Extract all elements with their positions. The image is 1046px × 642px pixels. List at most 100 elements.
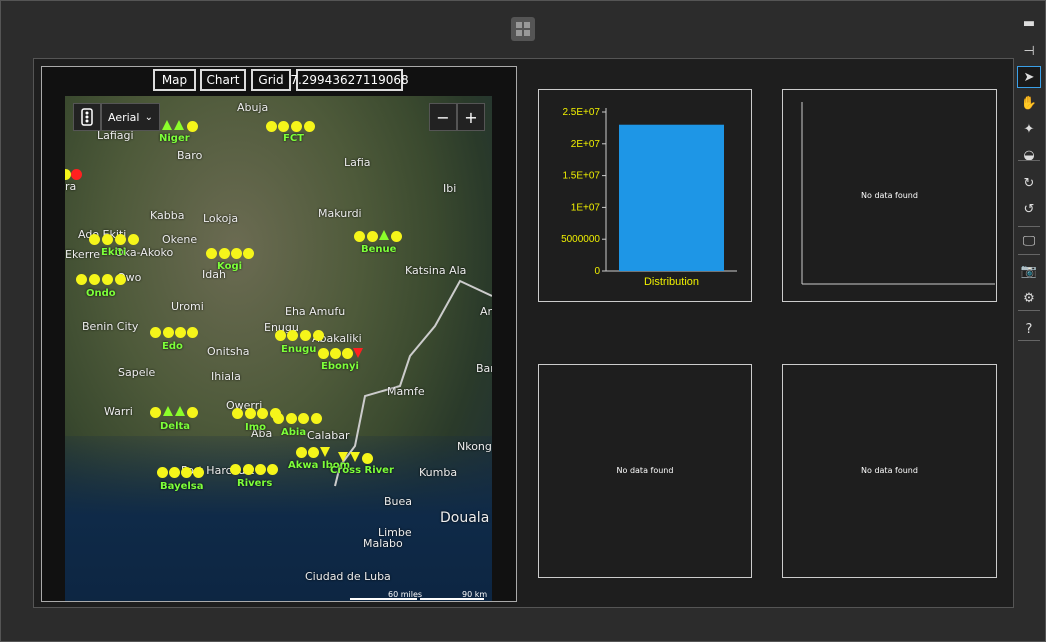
data-point-marker[interactable] (115, 234, 126, 245)
data-point-marker[interactable] (71, 169, 82, 180)
data-point-marker[interactable] (354, 231, 365, 242)
data-point-marker[interactable] (243, 464, 254, 475)
data-point-marker[interactable] (102, 274, 113, 285)
data-point-marker[interactable] (115, 274, 126, 285)
triangle-down-marker[interactable] (320, 447, 330, 457)
data-point-marker[interactable] (187, 121, 198, 132)
triangle-marker[interactable] (175, 406, 185, 416)
data-point-marker[interactable] (175, 327, 186, 338)
data-point-marker[interactable] (102, 234, 113, 245)
data-point-marker[interactable] (287, 330, 298, 341)
data-point-marker[interactable] (304, 121, 315, 132)
data-point-marker[interactable] (232, 408, 243, 419)
y-tick-label: 2E+07 (571, 139, 601, 150)
zoom-out-button[interactable]: − (429, 103, 457, 131)
data-point-marker[interactable] (219, 248, 230, 259)
hand-pan-icon[interactable]: ✋ (1017, 92, 1041, 114)
data-point-marker[interactable] (206, 248, 217, 259)
data-point-marker[interactable] (187, 407, 198, 418)
monitor-icon[interactable]: 🖵 (1017, 230, 1041, 252)
data-point-marker[interactable] (273, 413, 284, 424)
data-point-marker[interactable] (362, 453, 373, 464)
map-view[interactable]: Abuja Lafiagi Baro Lafia Ibi Kabba Lokoja Makur… (65, 96, 492, 601)
data-point-marker[interactable] (311, 413, 322, 424)
empty-chart-panel-1: No data found (782, 89, 997, 302)
data-point-marker[interactable] (169, 467, 180, 478)
rotate-cw-icon[interactable]: ↻ (1017, 172, 1041, 194)
triangle-marker[interactable] (379, 230, 389, 240)
data-point-marker[interactable] (89, 274, 100, 285)
data-point-marker[interactable] (181, 467, 192, 478)
data-point-marker[interactable] (257, 408, 268, 419)
help-icon[interactable]: ? (1017, 318, 1041, 340)
chart-view-button[interactable]: Chart (200, 69, 246, 91)
data-point-marker[interactable] (291, 121, 302, 132)
grid-view-button[interactable]: Grid (251, 69, 291, 91)
bar-distribution[interactable] (619, 124, 724, 271)
place-label: Eha Amufu (285, 305, 346, 318)
place-label: Okene (162, 233, 198, 246)
data-point-marker[interactable] (266, 121, 277, 132)
data-point-marker[interactable] (243, 248, 254, 259)
data-point-marker[interactable] (150, 327, 161, 338)
triangle-down-marker[interactable] (350, 452, 360, 462)
data-point-marker[interactable] (255, 464, 266, 475)
zoom-stars-icon[interactable]: ✦ (1017, 118, 1041, 140)
place-label: Malabo (363, 537, 403, 550)
gear-icon[interactable]: ⚙ (1017, 287, 1041, 309)
triangle-marker[interactable] (162, 120, 172, 130)
place-label: Onitsha (207, 345, 250, 358)
data-point-marker[interactable] (76, 274, 87, 285)
map-view-button[interactable]: Map (153, 69, 196, 91)
place-label: Buea (384, 495, 413, 508)
zoom-in-button[interactable]: + (457, 103, 485, 131)
data-point-marker[interactable] (330, 348, 341, 359)
data-point-marker[interactable] (391, 231, 402, 242)
data-point-marker[interactable] (342, 348, 353, 359)
data-point-marker[interactable] (163, 327, 174, 338)
minimize-icon[interactable]: ▬ (1017, 12, 1041, 34)
select-arrow-icon[interactable]: ➤ (1017, 66, 1041, 88)
data-point-marker[interactable] (187, 327, 198, 338)
data-point-marker[interactable] (245, 408, 256, 419)
data-point-marker[interactable] (231, 248, 242, 259)
data-point-marker[interactable] (300, 330, 311, 341)
place-label: Katsina Ala (405, 264, 467, 277)
data-point-marker[interactable] (367, 231, 378, 242)
camera-icon[interactable]: 📷 (1017, 260, 1041, 282)
triangle-marker[interactable] (163, 406, 173, 416)
map-style-dropdown[interactable]: Aerial ⌄ (101, 103, 160, 131)
place-label: ra (65, 180, 77, 193)
data-point-marker[interactable] (298, 413, 309, 424)
place-label: Uromi (171, 300, 204, 313)
data-point-marker[interactable] (267, 464, 278, 475)
data-point-marker[interactable] (150, 407, 161, 418)
triangle-down-marker[interactable] (353, 348, 363, 358)
place-label: Ihiala (211, 370, 241, 383)
data-point-marker[interactable] (157, 467, 168, 478)
windows-logo-icon (511, 17, 535, 41)
triangle-marker[interactable] (174, 120, 184, 130)
pin-icon[interactable]: ⊣ (1017, 40, 1041, 62)
place-label: Calabar (307, 429, 350, 442)
data-point-marker[interactable] (193, 467, 204, 478)
place-label: Nkong (457, 440, 492, 453)
data-point-marker[interactable] (89, 234, 100, 245)
data-point-marker[interactable] (230, 464, 241, 475)
data-point-marker[interactable] (286, 413, 297, 424)
data-point-marker[interactable] (318, 348, 329, 359)
data-point-marker[interactable] (275, 330, 286, 341)
rotate-3d-icon[interactable]: ◒ (1017, 144, 1041, 166)
data-point-marker[interactable] (296, 447, 307, 458)
data-point-marker[interactable] (308, 447, 319, 458)
data-point-marker[interactable] (128, 234, 139, 245)
state-label: Delta (160, 421, 191, 432)
triangle-down-marker[interactable] (338, 452, 348, 462)
place-label: Sapele (118, 366, 156, 379)
rotate-ccw-icon[interactable]: ↺ (1017, 198, 1041, 220)
data-point-marker[interactable] (278, 121, 289, 132)
traffic-icon[interactable] (73, 103, 101, 131)
empty-chart-panel-2: No data found (538, 364, 752, 578)
state-label: Cross River (330, 465, 394, 476)
data-point-marker[interactable] (313, 330, 324, 341)
